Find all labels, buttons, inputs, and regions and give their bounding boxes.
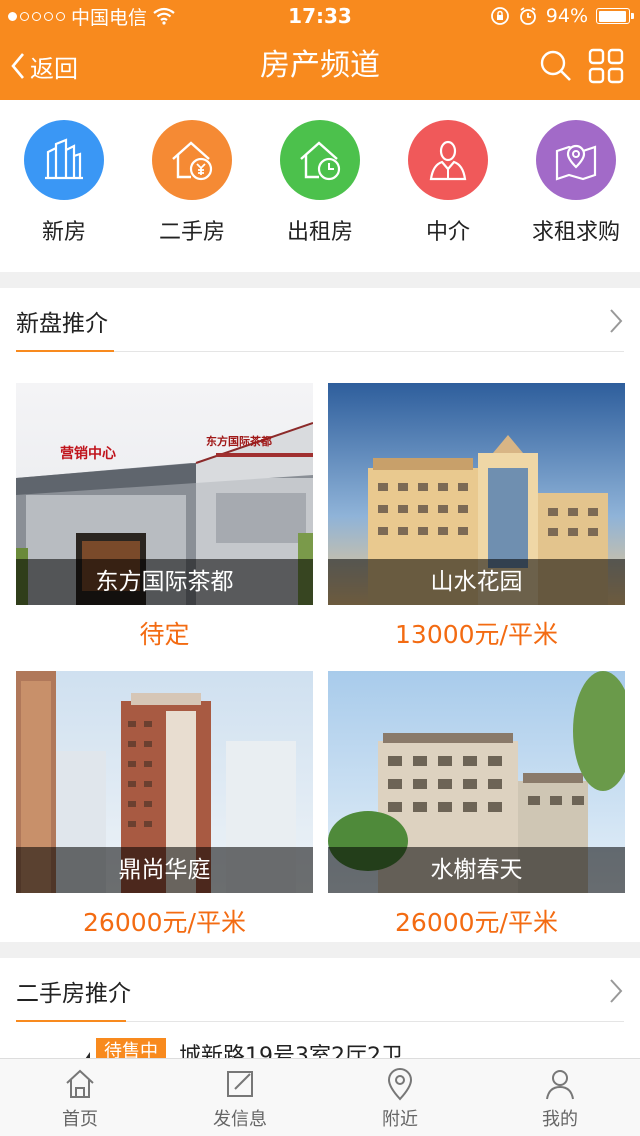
category-agent[interactable]: 中介: [384, 120, 512, 246]
section-underline: [16, 1020, 126, 1022]
status-left: 中国电信: [8, 0, 175, 32]
home-icon: [66, 1069, 94, 1098]
battery-level: [598, 10, 626, 22]
edit-icon: [227, 1071, 253, 1097]
back-label: 返回: [30, 54, 78, 83]
tab-label: 首页: [62, 1109, 98, 1130]
user-icon: [546, 1070, 574, 1100]
new-listings-section: 新盘推介 营销中心 东方国际茶都 东方国际茶都 待定 山水花园 13000元/平…: [0, 288, 640, 942]
location-icon: [387, 1068, 413, 1101]
listing-name: 山水花园: [328, 559, 625, 605]
listing-name: 鼎尚华庭: [16, 847, 313, 893]
category-new-house[interactable]: 新房: [0, 120, 128, 246]
house-clock-icon: [280, 120, 360, 200]
category-label: 求租求购: [531, 220, 620, 245]
sign-text-sales-center: 营销中心: [60, 445, 116, 462]
listing-name: 水榭春天: [328, 847, 625, 893]
back-button[interactable]: 返回: [10, 46, 78, 86]
tab-label: 附近: [382, 1109, 418, 1130]
section-underline: [16, 350, 114, 352]
tab-label: 我的: [542, 1109, 578, 1130]
rotation-lock-icon: [490, 7, 509, 25]
category-label: 中介: [425, 220, 470, 245]
category-row: 新房 二手房 出租房 中介 求租求购: [0, 100, 640, 272]
listing-photo: 山水花园: [328, 383, 625, 605]
agent-icon: [408, 120, 488, 200]
listing-price: 26000元/平米: [395, 908, 558, 937]
chevron-left-icon: [11, 53, 24, 79]
signal-strength-icon: [8, 11, 65, 21]
tab-post[interactable]: 发信息: [160, 1067, 320, 1131]
chevron-right-icon: [610, 979, 623, 1003]
status-right: 94%: [490, 0, 634, 32]
category-label: 出租房: [286, 220, 353, 245]
tab-nearby[interactable]: 附近: [320, 1067, 480, 1131]
listing-price: 26000元/平米: [83, 908, 246, 937]
wifi-icon: [153, 7, 175, 25]
tab-label: 发信息: [213, 1109, 267, 1130]
category-second-hand[interactable]: 二手房: [128, 120, 256, 246]
sign-text-project: 东方国际茶都: [206, 434, 272, 448]
alarm-icon: [519, 7, 536, 25]
listing-photo: 营销中心 东方国际茶都 东方国际茶都: [16, 383, 313, 605]
house-yen-icon: [152, 120, 232, 200]
section-title: 新盘推介: [16, 311, 108, 337]
listing-name: 东方国际茶都: [16, 559, 313, 605]
tab-home[interactable]: 首页: [0, 1067, 160, 1131]
nav-bar: 返回 房产频道: [0, 32, 640, 100]
chevron-right-icon: [610, 309, 623, 333]
new-listings-header[interactable]: 新盘推介: [16, 288, 624, 352]
building-icon: [24, 120, 104, 200]
listing-price: 13000元/平米: [395, 620, 558, 649]
section-title: 二手房推介: [16, 981, 131, 1007]
category-rental[interactable]: 出租房: [256, 120, 384, 246]
category-label: 新房: [41, 220, 86, 245]
map-pin-icon: [536, 120, 616, 200]
status-bar: 中国电信 17:33 94%: [0, 0, 640, 32]
search-icon[interactable]: [538, 48, 574, 84]
listing-photo: 鼎尚华庭: [16, 671, 313, 893]
listing-photo: 水榭春天: [328, 671, 625, 893]
tab-me[interactable]: 我的: [480, 1067, 640, 1131]
listing-price: 待定: [139, 620, 190, 649]
carrier-label: 中国电信: [71, 6, 148, 29]
tab-bar: 首页 发信息 附近 我的: [0, 1058, 640, 1136]
category-wanted[interactable]: 求租求购: [512, 120, 640, 246]
battery-percent: 94%: [545, 5, 588, 27]
battery-icon: [596, 8, 634, 24]
category-label: 二手房: [158, 220, 225, 245]
grid-icon[interactable]: [588, 48, 624, 84]
second-hand-header[interactable]: 二手房推介: [16, 958, 624, 1022]
